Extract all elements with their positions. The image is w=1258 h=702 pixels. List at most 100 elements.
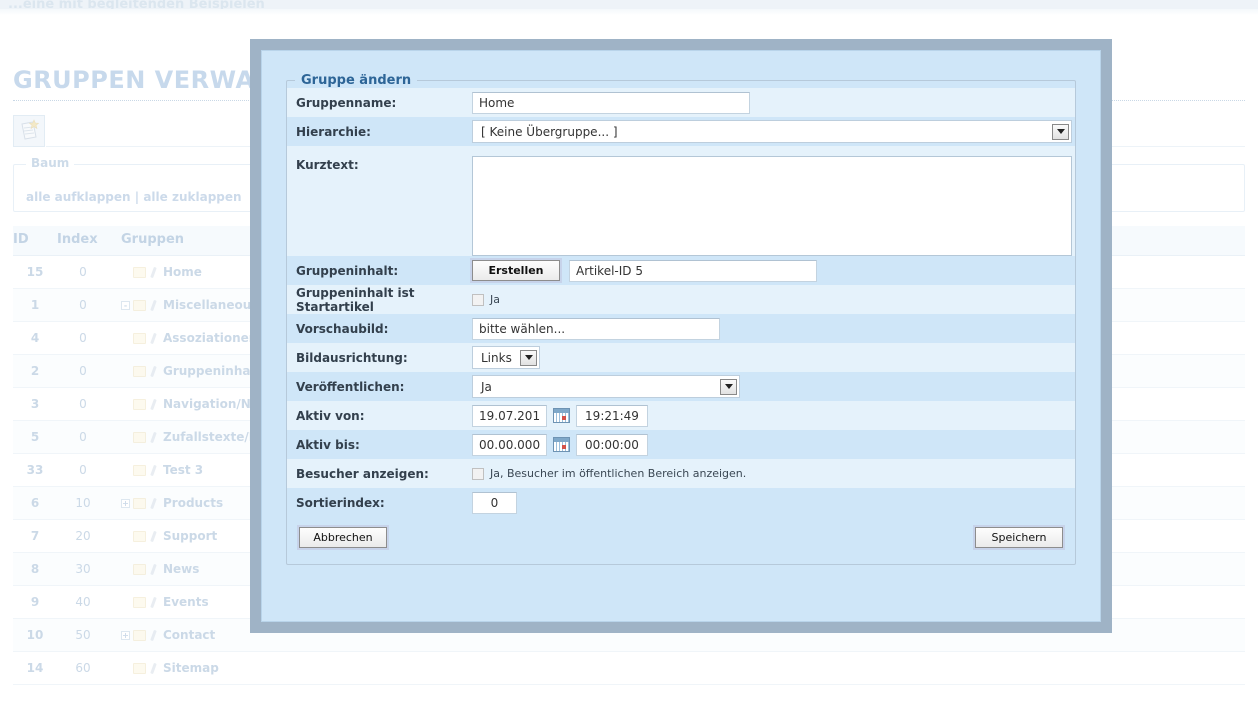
label-kurztext: Kurztext: bbox=[287, 156, 472, 172]
pencil-icon[interactable] bbox=[148, 399, 161, 410]
tree-spacer bbox=[121, 664, 130, 673]
tree-spacer bbox=[121, 367, 130, 376]
row-aktiv-von: Aktiv von: bbox=[287, 401, 1075, 430]
tree-spacer bbox=[121, 565, 130, 574]
folder-icon[interactable] bbox=[133, 300, 146, 311]
folder-icon[interactable] bbox=[133, 432, 146, 443]
label-aktiv-von: Aktiv von: bbox=[287, 409, 472, 423]
cancel-button[interactable]: Abbrechen bbox=[299, 527, 387, 548]
kurztext-textarea[interactable] bbox=[472, 156, 1072, 256]
pencil-icon[interactable] bbox=[148, 498, 161, 509]
chevron-down-icon[interactable] bbox=[1052, 124, 1069, 140]
vorschaubild-input[interactable] bbox=[472, 318, 720, 340]
pencil-icon[interactable] bbox=[148, 333, 161, 344]
bildausrichtung-select[interactable]: Links bbox=[472, 346, 540, 369]
collapse-icon[interactable]: - bbox=[121, 301, 130, 310]
label-startartikel: Gruppeninhalt ist Startartikel bbox=[287, 286, 472, 314]
folder-icon[interactable] bbox=[133, 597, 146, 608]
folder-icon[interactable] bbox=[133, 564, 146, 575]
row-id: 6 bbox=[13, 487, 57, 520]
row-group-name: Products bbox=[163, 496, 223, 510]
new-group-button[interactable] bbox=[13, 115, 45, 147]
row-index: 0 bbox=[57, 421, 109, 454]
besucher-checkbox-label: Ja, Besucher im öffentlichen Bereich anz… bbox=[490, 467, 746, 480]
row-hierarchie: Hierarchie: [ Keine Übergruppe... ] bbox=[287, 117, 1075, 146]
veroeffentlichen-select[interactable]: Ja bbox=[472, 375, 740, 398]
folder-icon[interactable] bbox=[133, 399, 146, 410]
collapse-all-link[interactable]: alle zuklappen bbox=[143, 190, 241, 204]
gruppeninhalt-input[interactable] bbox=[569, 260, 817, 282]
folder-icon[interactable] bbox=[133, 630, 146, 641]
table-row[interactable]: 1460Sitemap bbox=[13, 652, 1245, 685]
chevron-down-icon[interactable] bbox=[720, 379, 737, 395]
calendar-icon[interactable] bbox=[553, 437, 570, 452]
row-group-name: Events bbox=[163, 595, 209, 609]
sortierindex-input[interactable] bbox=[472, 492, 517, 514]
aktiv-bis-time-input[interactable] bbox=[576, 434, 648, 456]
row-group-name: Support bbox=[163, 529, 217, 543]
row-startartikel: Gruppeninhalt ist Startartikel Ja bbox=[287, 285, 1075, 314]
pencil-icon[interactable] bbox=[148, 597, 161, 608]
pencil-icon[interactable] bbox=[148, 564, 161, 575]
erstellen-button[interactable]: Erstellen bbox=[472, 260, 560, 281]
row-id: 1 bbox=[13, 289, 57, 322]
row-group-name: Miscellaneous bbox=[163, 298, 258, 312]
aktiv-bis-date-input[interactable] bbox=[472, 434, 547, 456]
label-bildausrichtung: Bildausrichtung: bbox=[287, 351, 472, 365]
row-sortierindex: Sortierindex: bbox=[287, 488, 1075, 517]
row-index: 30 bbox=[57, 553, 109, 586]
save-button[interactable]: Speichern bbox=[975, 527, 1063, 548]
hierarchie-value: [ Keine Übergruppe... ] bbox=[473, 125, 626, 139]
row-index: 20 bbox=[57, 520, 109, 553]
pencil-icon[interactable] bbox=[148, 432, 161, 443]
folder-icon[interactable] bbox=[133, 531, 146, 542]
row-index: 0 bbox=[57, 388, 109, 421]
expand-all-link[interactable]: alle aufklappen bbox=[26, 190, 131, 204]
pencil-icon[interactable] bbox=[148, 300, 161, 311]
link-separator: | bbox=[135, 190, 139, 204]
label-vorschaubild: Vorschaubild: bbox=[287, 322, 472, 336]
hierarchie-select[interactable]: [ Keine Übergruppe... ] bbox=[472, 120, 1072, 143]
aktiv-von-time-input[interactable] bbox=[576, 405, 648, 427]
row-index: 60 bbox=[57, 652, 109, 685]
folder-icon[interactable] bbox=[133, 465, 146, 476]
row-bildausrichtung: Bildausrichtung: Links bbox=[287, 343, 1075, 372]
row-id: 9 bbox=[13, 586, 57, 619]
bildausrichtung-value: Links bbox=[473, 351, 520, 365]
row-index: 0 bbox=[57, 355, 109, 388]
pencil-icon[interactable] bbox=[148, 531, 161, 542]
row-id: 3 bbox=[13, 388, 57, 421]
startartikel-checkbox[interactable] bbox=[472, 294, 484, 306]
folder-icon[interactable] bbox=[133, 366, 146, 377]
besucher-checkbox[interactable] bbox=[472, 468, 484, 480]
folder-icon[interactable] bbox=[133, 333, 146, 344]
aktiv-von-date-input[interactable] bbox=[472, 405, 547, 427]
calendar-icon[interactable] bbox=[553, 408, 570, 423]
row-id: 14 bbox=[13, 652, 57, 685]
pencil-icon[interactable] bbox=[148, 267, 161, 278]
row-group-name: Contact bbox=[163, 628, 215, 642]
pencil-icon[interactable] bbox=[148, 630, 161, 641]
startartikel-checkbox-label: Ja bbox=[490, 293, 500, 306]
expand-icon[interactable]: + bbox=[121, 499, 130, 508]
row-gruppenname: Gruppenname: bbox=[287, 88, 1075, 117]
tree-spacer bbox=[121, 466, 130, 475]
row-id: 8 bbox=[13, 553, 57, 586]
pencil-icon[interactable] bbox=[148, 366, 161, 377]
row-veroeffentlichen: Veröffentlichen: Ja bbox=[287, 372, 1075, 401]
folder-icon[interactable] bbox=[133, 663, 146, 674]
veroeffentlichen-value: Ja bbox=[473, 380, 500, 394]
tree-spacer bbox=[121, 268, 130, 277]
pencil-icon[interactable] bbox=[148, 663, 161, 674]
folder-icon[interactable] bbox=[133, 498, 146, 509]
pencil-icon[interactable] bbox=[148, 465, 161, 476]
tree-panel-legend: Baum bbox=[26, 156, 74, 170]
tree-panel-links: alle aufklappen | alle zuklappen bbox=[26, 190, 242, 204]
expand-icon[interactable]: + bbox=[121, 631, 130, 640]
modal-content: Gruppe ändern Gruppenname: Hierarchie: [… bbox=[261, 50, 1101, 622]
folder-icon[interactable] bbox=[133, 267, 146, 278]
chevron-down-icon[interactable] bbox=[520, 350, 537, 366]
row-id: 7 bbox=[13, 520, 57, 553]
gruppenname-input[interactable] bbox=[472, 92, 750, 114]
row-id: 5 bbox=[13, 421, 57, 454]
